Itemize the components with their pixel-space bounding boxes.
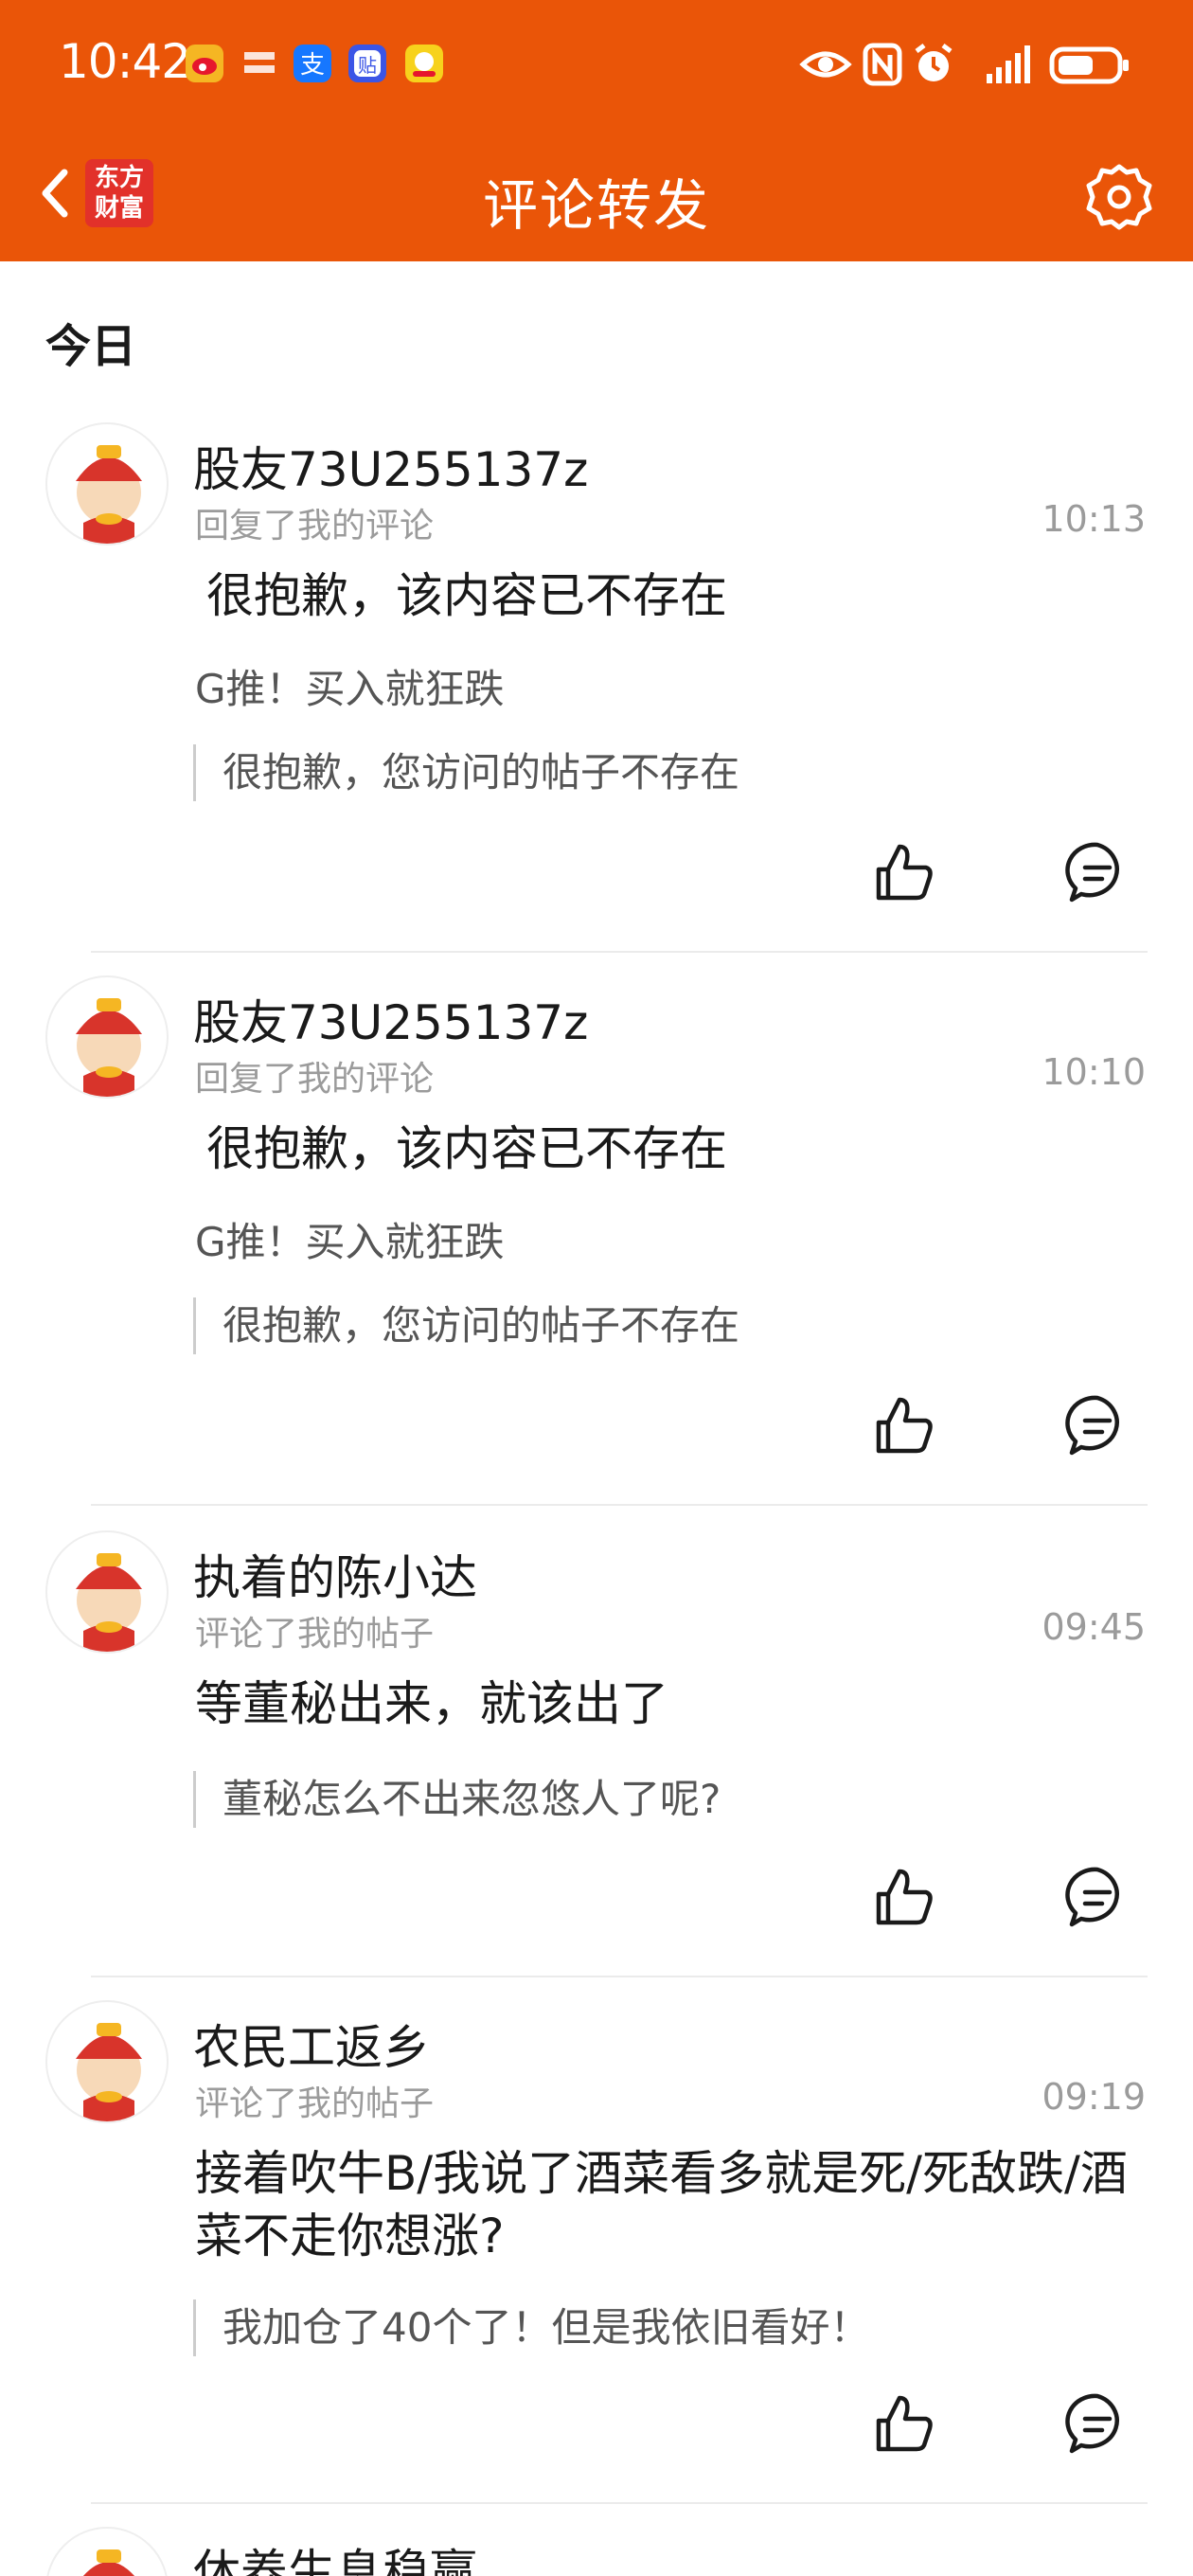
signal-icon: [987, 45, 1030, 83]
timestamp: 09:45: [1042, 1606, 1146, 1648]
comment-content[interactable]: 接着吹牛B/我说了酒菜看多就是死/死敌跌/酒菜不走你想涨?: [195, 2142, 1142, 2267]
svg-text:贴: 贴: [358, 54, 377, 77]
eye-comfort-icon: [799, 51, 852, 78]
status-bar: 10:42 支 贴: [0, 0, 1193, 133]
avatar[interactable]: [45, 2000, 169, 2123]
avatar[interactable]: [45, 422, 169, 546]
action-text: 评论了我的帖子: [195, 1615, 435, 1654]
nfc-icon: [863, 43, 902, 86]
nav-bar: 东方财富 评论转发: [0, 133, 1193, 261]
like-icon[interactable]: [871, 1864, 937, 1930]
comment-content[interactable]: 很抱歉，该内容已不存在: [206, 1118, 1153, 1180]
section-today-label: 今日: [45, 320, 137, 373]
comment-subtext: G推！买入就狂跌: [195, 1219, 505, 1265]
page-title: 评论转发: [482, 173, 710, 238]
comment-subtext: G推！买入就狂跌: [195, 666, 505, 712]
comment-content[interactable]: 等董秘出来，就该出了: [195, 1673, 1142, 1735]
status-time: 10:42: [59, 34, 191, 89]
app-header: 10:42 支 贴 东方财富 评论转发: [0, 0, 1193, 261]
comment-item[interactable]: 股友73U255137z 回复了我的评论 10:10 很抱歉，该内容已不存在 G…: [0, 975, 1193, 1506]
avatar[interactable]: [45, 975, 169, 1099]
reply-comment-icon[interactable]: [1064, 1864, 1131, 1930]
username[interactable]: 股友73U255137z: [193, 985, 588, 1053]
quoted-text[interactable]: 董秘怎么不出来忽悠人了呢?: [193, 1771, 721, 1828]
quoted-text[interactable]: 我加仓了40个了！但是我依旧看好！: [193, 2299, 869, 2356]
divider: [91, 1504, 1148, 1506]
avatar[interactable]: [45, 2527, 169, 2576]
avatar[interactable]: [45, 1530, 169, 1654]
svg-text:支: 支: [300, 51, 325, 80]
quoted-text[interactable]: 很抱歉，您访问的帖子不存在: [193, 744, 739, 801]
reply-comment-icon[interactable]: [1064, 2390, 1131, 2457]
game-notification-icon: [405, 45, 443, 82]
comment-content[interactable]: 很抱歉，该内容已不存在: [206, 564, 1153, 627]
battery-icon: [1049, 46, 1129, 84]
reply-comment-icon[interactable]: [1064, 1392, 1131, 1458]
username[interactable]: 农民工返乡: [193, 2010, 430, 2078]
reply-comment-icon[interactable]: [1064, 839, 1131, 905]
comment-item[interactable]: 农民工返乡 评论了我的帖子 09:19 接着吹牛B/我说了酒菜看多就是死/死敌跌…: [0, 2000, 1193, 2502]
comment-item[interactable]: 股友73U255137z 回复了我的评论 10:13 很抱歉，该内容已不存在 G…: [0, 422, 1193, 953]
weibo-notification-icon: [186, 45, 223, 82]
quoted-text[interactable]: 很抱歉，您访问的帖子不存在: [193, 1297, 739, 1354]
timestamp: 10:10: [1042, 1051, 1146, 1093]
tieba-notification-icon: 贴: [348, 45, 386, 82]
comment-item[interactable]: 执着的陈小达 评论了我的帖子 09:45 等董秘出来，就该出了 董秘怎么不出来忽…: [0, 1530, 1193, 1976]
pingan-securities-notification-icon: [240, 45, 278, 82]
action-text: 回复了我的评论: [195, 507, 435, 546]
action-text: 回复了我的评论: [195, 1060, 435, 1099]
timestamp: 10:13: [1042, 498, 1146, 540]
divider: [91, 2502, 1148, 2504]
divider: [91, 951, 1148, 953]
username[interactable]: 股友73U255137z: [193, 432, 588, 500]
settings-gear-icon[interactable]: [1083, 161, 1155, 233]
username[interactable]: 休养生息稳赢: [193, 2534, 477, 2576]
alipay-notification-icon: 支: [294, 45, 331, 82]
alarm-icon: [915, 44, 953, 81]
divider: [91, 1976, 1148, 1977]
like-icon[interactable]: [871, 839, 937, 905]
action-text: 评论了我的帖子: [195, 2084, 435, 2123]
username[interactable]: 执着的陈小达: [193, 1540, 477, 1608]
timestamp: 09:19: [1042, 2076, 1146, 2118]
like-icon[interactable]: [871, 1392, 937, 1458]
like-icon[interactable]: [871, 2390, 937, 2457]
comment-item[interactable]: 休养生息稳赢: [0, 2527, 1193, 2576]
